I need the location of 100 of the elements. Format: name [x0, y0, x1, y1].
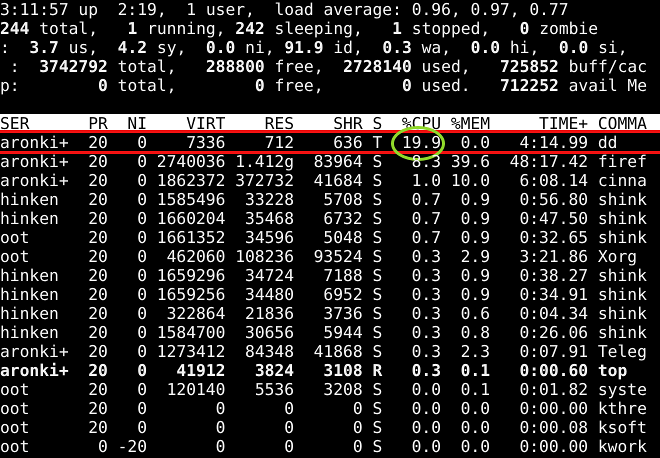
table-cell-text: 0 — [136, 323, 148, 342]
table-cell-text: Teleg — [596, 342, 648, 361]
table-cell-text: 0 — [214, 437, 226, 456]
table-cell-text: 0 — [136, 418, 148, 437]
table-cell-text: 0.8 — [460, 323, 490, 342]
table-cell-text: S — [371, 304, 382, 323]
table-cell-text: -20 — [116, 437, 148, 456]
table-cell-text: 0:00.00 — [518, 399, 588, 418]
table-cell-text: S — [371, 323, 382, 342]
table-cell-text: 20 — [87, 171, 108, 190]
table-cell-text: 6952 — [322, 285, 363, 304]
table-cell-text: 0 — [283, 399, 294, 418]
table-cell-text: 6732 — [322, 209, 363, 228]
table-cell-text: 20 — [87, 190, 108, 209]
table-cell-text: 35468 — [244, 209, 294, 228]
table-cell-text: 0.3 — [410, 266, 442, 285]
table-cell-text: 0 — [283, 437, 294, 456]
table-cell-text: 0.7 — [410, 228, 442, 247]
table-cell-text: 0 — [136, 190, 148, 209]
table-cell-text: hinken — [0, 190, 60, 209]
table-cell-text: 20 — [87, 361, 108, 380]
table-cell-text: 636 — [332, 133, 363, 152]
table-cell-text: 0.7 — [410, 209, 442, 228]
table-cell-text: 0 — [136, 152, 148, 171]
table-cell-text: 1659256 — [156, 285, 226, 304]
table-cell-text: 0 — [352, 437, 363, 456]
column-header: VIRT — [185, 114, 226, 133]
table-cell-text: cinna — [596, 171, 648, 190]
table-cell-text: 1659296 — [156, 266, 226, 285]
table-cell-text: S — [371, 152, 382, 171]
table-cell-text: 1660204 — [156, 209, 226, 228]
table-cell-text: 0:38.27 — [518, 266, 588, 285]
table-cell-text: 6:08.14 — [518, 171, 588, 190]
table-cell-text: S — [371, 437, 382, 456]
table-cell-text: 0 — [97, 437, 108, 456]
table-cell-text: S — [371, 266, 382, 285]
table-cell-text: 712 — [264, 133, 294, 152]
summary-line: 3:11:57 up 2:19, 1 user, load average: 0.96, 0.97, 0.77 — [0, 0, 570, 19]
table-cell-text: 20 — [87, 285, 108, 304]
table-cell-text: 1862372 — [156, 171, 226, 190]
table-cell-text: 0.1 — [460, 361, 490, 380]
table-cell-text: 93524 — [312, 247, 363, 266]
column-header: S — [371, 114, 382, 133]
table-cell-text: 0.1 — [460, 380, 490, 399]
table-cell-text: S — [371, 285, 382, 304]
table-cell-text: oot — [0, 247, 30, 266]
table-cell-text: aronki+ — [0, 133, 70, 152]
table-cell-text: 322864 — [166, 304, 226, 323]
table-cell-text: 2.9 — [460, 247, 490, 266]
table-cell-text: aronki+ — [0, 152, 70, 171]
table-cell-text: 0 — [352, 399, 363, 418]
table-cell-text: 7188 — [322, 266, 363, 285]
table-cell-text: 0.0 — [460, 418, 490, 437]
table-cell-text: 0 — [136, 285, 148, 304]
table-cell-text: hinken — [0, 266, 60, 285]
table-cell-text: Xorg — [596, 247, 638, 266]
table-cell-text: S — [371, 190, 382, 209]
table-cell-text: 0.0 — [460, 437, 490, 456]
table-cell-text: 1.412g — [234, 152, 294, 171]
table-cell-text: 20 — [87, 380, 108, 399]
table-cell-text: 0 — [136, 361, 148, 380]
table-cell-text: 0 — [283, 418, 294, 437]
table-cell-text: 0.0 — [410, 437, 442, 456]
table-cell-text: 0:34.91 — [518, 285, 588, 304]
table-cell-text: 0.3 — [410, 285, 442, 304]
table-cell-text: 41868 — [312, 342, 363, 361]
table-cell-text: oot — [0, 228, 30, 247]
table-cell-text: oot — [0, 380, 30, 399]
table-cell-text: 0.3 — [410, 247, 442, 266]
table-cell-text: oot — [0, 418, 30, 437]
table-cell-text: 0 — [136, 342, 148, 361]
table-cell-text: hinken — [0, 323, 60, 342]
table-cell-text: top — [596, 361, 628, 380]
table-cell-text: S — [371, 418, 382, 437]
table-cell-text: S — [371, 342, 382, 361]
table-cell-text: 10.0 — [450, 171, 490, 190]
table-cell-text: 0:47.50 — [518, 209, 588, 228]
table-cell-text: 5048 — [322, 228, 363, 247]
table-cell-text: 0 — [136, 171, 148, 190]
table-cell-text: 108236 — [234, 247, 294, 266]
table-cell-text: S — [371, 228, 382, 247]
table-cell-text: 0.9 — [460, 209, 490, 228]
table-cell-text: 0.3 — [410, 304, 442, 323]
column-header: COMMA — [596, 114, 648, 133]
table-cell-text: aronki+ — [0, 342, 70, 361]
table-cell-text: 3108 — [322, 361, 363, 380]
table-cell-text: 462060 — [166, 247, 226, 266]
table-cell-text: 34724 — [244, 266, 294, 285]
table-cell-text: 3208 — [322, 380, 363, 399]
table-cell-text: 0.0 — [410, 399, 442, 418]
table-cell-text: shink — [596, 323, 648, 342]
table-cell-text: syste — [596, 380, 648, 399]
table-cell-text: 48:17.42 — [508, 152, 588, 171]
table-cell-text: 30656 — [244, 323, 294, 342]
table-cell-text: 0.0 — [410, 418, 442, 437]
table-cell-text: 0.9 — [460, 285, 490, 304]
table-cell-text: 0.3 — [410, 361, 442, 380]
table-cell-text: 0 — [214, 418, 226, 437]
table-cell-text: 0:00.08 — [518, 418, 588, 437]
table-cell-text: 1585496 — [156, 190, 226, 209]
